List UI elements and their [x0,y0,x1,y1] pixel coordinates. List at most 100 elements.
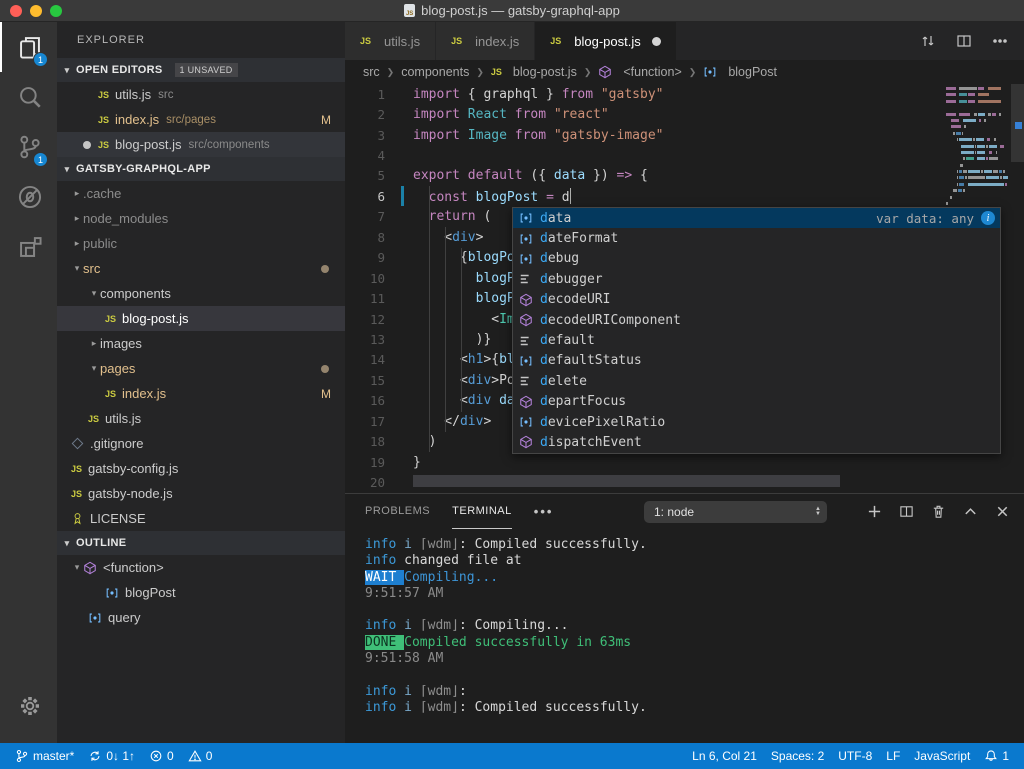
breadcrumb-separator-icon: ❯ [688,66,697,77]
status-warning[interactable]: 0 [181,743,220,769]
tab-blog-post.js[interactable]: JS blog-post.js [535,22,677,60]
open-changes-icon[interactable] [920,33,936,49]
tree-item-gatsby-config.js[interactable]: JS gatsby-config.js [57,456,345,481]
new-terminal-icon[interactable] [867,504,882,519]
close-window-button[interactable] [10,5,22,17]
suggestion-defaultStatus[interactable]: defaultStatus [513,351,1000,371]
horizontal-scrollbar[interactable] [413,475,840,487]
activity-source-control[interactable]: 1 [0,122,57,172]
status-spaces-2[interactable]: Spaces: 2 [764,743,831,769]
outline-header[interactable]: ▾ OUTLINE [57,531,345,555]
zoom-window-button[interactable] [50,5,62,17]
code-line[interactable]: 2 import React from "react" [345,104,1024,124]
tree-item-LICENSE[interactable]: LICENSE [57,506,345,531]
status-utf-8[interactable]: UTF-8 [831,743,879,769]
minimize-window-button[interactable] [30,5,42,17]
suggestion-decodeURI[interactable]: decodeURI [513,290,1000,310]
git-modified-badge: M [321,386,331,401]
more-actions-icon[interactable] [992,33,1008,49]
panel-tab-terminal[interactable]: TERMINAL [452,494,512,529]
bottom-panel: PROBLEMS TERMINAL ••• 1: node ▲ ▼ info i ⌈wdm… [345,493,1024,743]
activity-debug[interactable] [0,172,57,222]
tree-item-pages[interactable]: ▾ pages [57,356,345,381]
tree-item-components[interactable]: ▾ components [57,281,345,306]
chevron-right-icon: ▸ [74,188,80,198]
minimap[interactable] [946,87,1008,215]
suggestion-default[interactable]: default [513,330,1000,350]
panel-more-actions[interactable]: ••• [534,504,554,519]
keyword-icon [518,272,534,286]
panel-actions [867,504,1010,519]
status-error[interactable]: 0 [142,743,181,769]
tree-item-index.js[interactable]: JS index.js M [57,381,345,406]
status-sync[interactable]: 0↓ 1↑ [81,743,142,769]
suggestion-devicePixelRatio[interactable]: devicePixelRatio [513,412,1000,432]
code-line[interactable]: 6 const blogPost = d [345,186,1024,207]
outline-item-blogPost[interactable]: blogPost [57,580,345,605]
status-branch[interactable]: master* [8,743,81,769]
code-line[interactable]: 4 [345,145,1024,165]
window-title-text: blog-post.js — gatsby-graphql-app [421,3,620,18]
tree-item-src[interactable]: ▾ src [57,256,345,281]
activity-extensions[interactable] [0,222,57,272]
status-javascript[interactable]: JavaScript [907,743,977,769]
outline-item-function[interactable]: ▾ <function> [57,555,345,580]
breadcrumb-function[interactable]: <function> [598,65,682,79]
kill-terminal-icon[interactable] [931,504,946,519]
tab-index.js[interactable]: JS index.js [436,22,536,60]
suggestion-departFocus[interactable]: departFocus [513,392,1000,412]
panel-tab-problems[interactable]: PROBLEMS [365,494,430,529]
suggestion-dateFormat[interactable]: dateFormat [513,228,1000,248]
outline-item-query[interactable]: query [57,605,345,630]
tree-item-nodemodules[interactable]: ▸ node_modules [57,206,345,231]
activity-explorer[interactable]: 1 [0,22,57,72]
suggestion-data[interactable]: data var data: any i [513,208,1000,229]
tree-item-utils.js[interactable]: JS utils.js [57,406,345,431]
breadcrumb-blog-post.js[interactable]: JS blog-post.js [491,65,577,79]
code-editor[interactable]: 1 import { graphql } from "gatsby" 2 import… [345,84,1024,493]
split-terminal-icon[interactable] [899,504,914,519]
intellisense-popup: data var data: any i dateFormat debug debugge… [512,207,1001,454]
terminal-select[interactable]: 1: node ▲ ▼ [644,500,827,523]
status-bell[interactable]: 1 [977,743,1016,769]
js-file-icon: JS [98,114,110,125]
code-line[interactable]: 3 import Image from "gatsby-image" [345,125,1024,145]
window-controls[interactable] [10,5,62,17]
js-file-icon: JS [360,36,372,46]
open-editor-index.js[interactable]: JS index.js src/pages M [57,107,345,132]
tab-utils.js[interactable]: JS utils.js [345,22,437,60]
split-editor-icon[interactable] [956,33,972,49]
maximize-panel-icon[interactable] [963,504,978,519]
line-number: 1 [377,86,385,102]
close-panel-icon[interactable] [995,504,1010,519]
open-editors-header[interactable]: ▾ OPEN EDITORS 1 UNSAVED [57,58,345,82]
code-line[interactable]: 19} [345,452,1024,472]
tree-item-public[interactable]: ▸ public [57,231,345,256]
breadcrumb-components[interactable]: components [401,65,469,79]
status-ln-6-col-21[interactable]: Ln 6, Col 21 [685,743,764,769]
suggestion-debugger[interactable]: debugger [513,269,1000,289]
activity-search[interactable] [0,72,57,122]
open-editor-blog-post.js[interactable]: JS blog-post.js src/components [57,132,345,157]
tree-item-.gitignore[interactable]: .gitignore [57,431,345,456]
project-root-header[interactable]: ▾ GATSBY-GRAPHQL-APP [57,157,345,181]
suggestion-decodeURIComponent[interactable]: decodeURIComponent [513,310,1000,330]
suggestion-debug[interactable]: debug [513,249,1000,269]
suggestion-delete[interactable]: delete [513,371,1000,391]
select-stepper-icon: ▲ ▼ [815,505,821,517]
activity-settings[interactable] [0,681,57,731]
tree-item-.cache[interactable]: ▸ .cache [57,181,345,206]
code-line[interactable]: 1 import { graphql } from "gatsby" [345,84,1024,104]
status-lf[interactable]: LF [879,743,907,769]
info-icon[interactable]: i [981,211,995,226]
tree-item-blog-post.js[interactable]: JS blog-post.js [57,306,345,331]
terminal-output[interactable]: info i ⌈wdm⌋: Compiled successfully. info… [345,529,1024,743]
tree-item-gatsby-node.js[interactable]: JS gatsby-node.js [57,481,345,506]
open-editor-utils.js[interactable]: JS utils.js src [57,82,345,107]
breadcrumb-blogPost[interactable]: blogPost [703,65,777,79]
suggestion-dispatchEvent[interactable]: dispatchEvent [513,432,1000,452]
keyword-icon [518,334,534,348]
breadcrumb-src[interactable]: src [363,65,380,79]
tree-item-images[interactable]: ▸ images [57,331,345,356]
code-line[interactable]: 5 export default ({ data }) => { [345,166,1024,186]
